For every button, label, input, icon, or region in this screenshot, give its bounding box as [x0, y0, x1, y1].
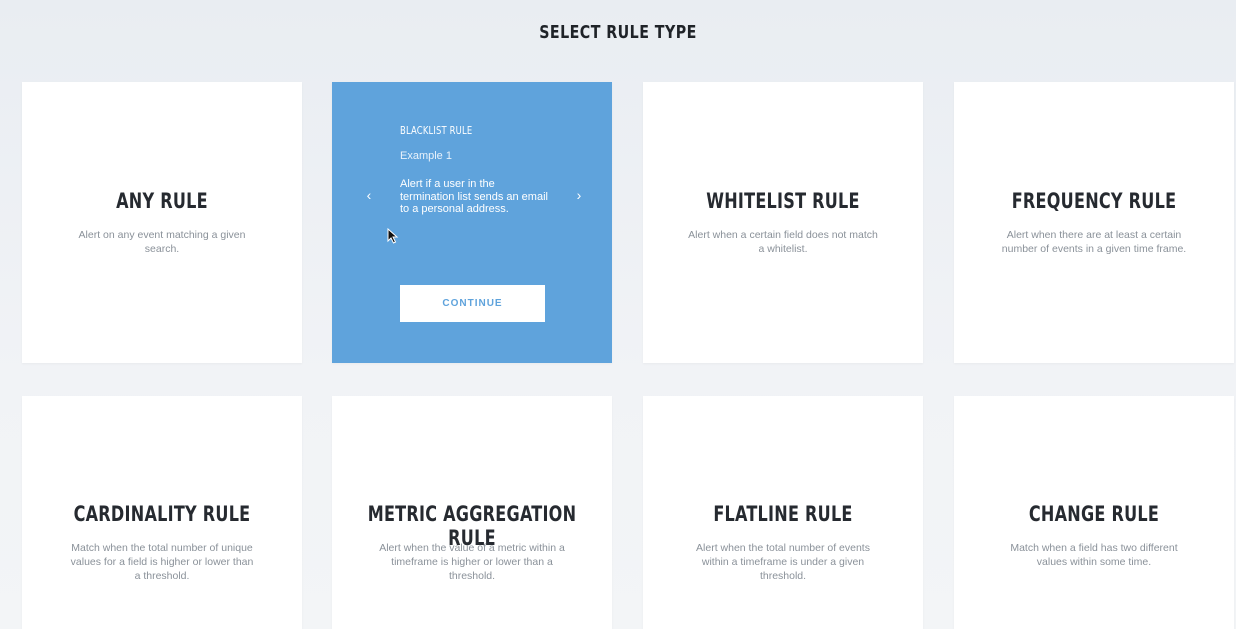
rule-card-change[interactable]: CHANGE RULE Match when a field has two d…: [954, 396, 1234, 629]
rule-card-title: WHITELIST RULE: [706, 189, 860, 213]
continue-button[interactable]: CONTINUE: [400, 285, 545, 322]
chevron-left-icon[interactable]: ‹: [361, 185, 377, 205]
rule-card-metric-aggregation[interactable]: METRIC AGGREGATION RULE Alert when the v…: [332, 396, 612, 629]
rule-card-description: Match when a field has two different val…: [1010, 542, 1178, 568]
select-rule-type-page: SELECT RULE TYPE ANY RULE Alert on any e…: [0, 0, 1236, 629]
chevron-right-icon[interactable]: ›: [571, 185, 587, 205]
rule-card-description: Match when the total number of unique va…: [70, 542, 254, 582]
rule-card-whitelist[interactable]: WHITELIST RULE Alert when a certain fiel…: [643, 82, 923, 363]
rule-card-title: FLATLINE RULE: [713, 502, 853, 526]
rule-card-blacklist[interactable]: BLACKLIST RULE Example 1 Alert if a user…: [332, 82, 612, 363]
rule-card-subtitle: BLACKLIST RULE: [400, 124, 473, 137]
rule-card-title: CHANGE RULE: [1028, 502, 1160, 526]
rule-card-frequency[interactable]: FREQUENCY RULE Alert when there are at l…: [954, 82, 1234, 363]
rule-card-description: Alert when there are at least a certain …: [1001, 229, 1187, 255]
mouse-cursor-icon: [387, 228, 399, 244]
example-text: Alert if a user in the termination list …: [400, 178, 548, 215]
rule-card-title: FREQUENCY RULE: [1011, 189, 1177, 213]
rule-card-title: CARDINALITY RULE: [73, 502, 251, 526]
page-title: SELECT RULE TYPE: [539, 22, 697, 43]
rule-card-cardinality[interactable]: CARDINALITY RULE Match when the total nu…: [22, 396, 302, 629]
rule-card-title: ANY RULE: [116, 189, 208, 213]
rule-card-flatline[interactable]: FLATLINE RULE Alert when the total numbe…: [643, 396, 923, 629]
rule-card-description: Alert when the value of a metric within …: [379, 542, 565, 582]
rule-card-description: Alert when the total number of events wi…: [696, 542, 870, 582]
rule-card-description: Alert when a certain field does not matc…: [688, 229, 878, 255]
rule-card-any[interactable]: ANY RULE Alert on any event matching a g…: [22, 82, 302, 363]
example-label: Example 1: [400, 150, 452, 162]
rule-card-description: Alert on any event matching a given sear…: [78, 229, 246, 255]
